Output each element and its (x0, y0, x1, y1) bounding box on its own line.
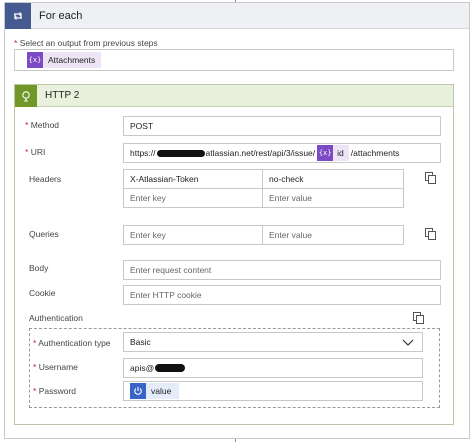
http-header[interactable]: HTTP 2 (15, 84, 453, 107)
expression-icon: {x} (27, 52, 43, 68)
method-label: * Method (25, 120, 60, 130)
redacted-domain (156, 149, 205, 157)
authentication-label: Authentication (29, 313, 83, 323)
queries-label: Queries (29, 229, 59, 239)
attachments-token[interactable]: {x} Attachments (27, 52, 102, 68)
foreach-header[interactable]: For each (5, 2, 469, 29)
select-output-label: * Select an output from previous steps (14, 38, 158, 48)
header-key-1[interactable]: X-Atlassian-Token (123, 169, 263, 189)
headers-label: Headers (29, 174, 62, 184)
query-key[interactable]: Enter key (123, 225, 263, 245)
cookie-label: Cookie (29, 288, 56, 298)
expression-icon: {x} (317, 145, 334, 161)
body-label: Body (29, 263, 49, 273)
username-field[interactable]: apis@ (123, 358, 423, 378)
attachments-token-label: Attachments (48, 55, 96, 65)
loop-icon (5, 2, 31, 29)
method-field[interactable]: POST (123, 116, 441, 136)
query-value[interactable]: Enter value (262, 225, 404, 245)
body-field[interactable]: Enter request content (123, 260, 441, 280)
power-icon (130, 383, 146, 399)
auth-type-select[interactable]: Basic (123, 332, 423, 352)
uri-field[interactable]: https:// atlassian.net/rest/api/3/issue/… (123, 143, 441, 163)
password-label: * Password (33, 386, 77, 396)
value-token[interactable]: value (130, 383, 180, 399)
username-label: * Username (33, 362, 78, 372)
copy-icon[interactable] (424, 227, 438, 241)
foreach-title: For each (39, 9, 83, 22)
http-title: HTTP 2 (45, 90, 80, 101)
copy-icon[interactable] (412, 311, 426, 325)
id-token[interactable]: {x} id (317, 145, 349, 161)
header-value-1[interactable]: no-check (262, 169, 404, 189)
auth-type-label: * Authentication type (33, 338, 111, 348)
header-value-2[interactable]: Enter value (262, 188, 404, 208)
http-card: HTTP 2 * Method POST * URI https:// atla… (14, 84, 454, 425)
header-key-2[interactable]: Enter key (123, 188, 263, 208)
globe-icon (15, 84, 37, 107)
copy-icon[interactable] (424, 171, 438, 185)
uri-label: * URI (25, 147, 46, 157)
cookie-field[interactable]: Enter HTTP cookie (123, 285, 441, 305)
redacted-username (155, 364, 186, 372)
password-field[interactable]: value (123, 381, 423, 401)
chevron-down-icon (402, 339, 414, 346)
select-output-field[interactable]: {x} Attachments (14, 49, 454, 71)
